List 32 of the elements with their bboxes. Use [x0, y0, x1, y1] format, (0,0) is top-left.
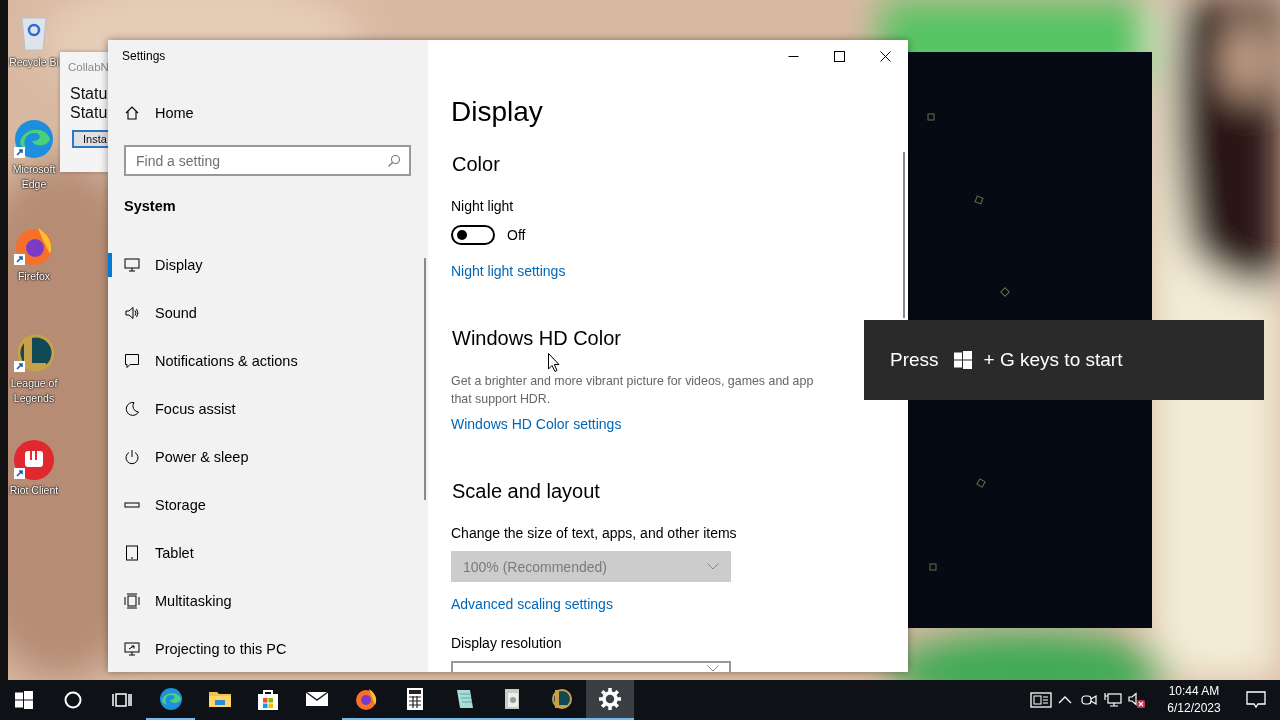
setting-label: Night light: [451, 197, 515, 216]
section-heading: Windows HD Color: [451, 326, 621, 351]
section-heading: Color: [451, 152, 500, 177]
settings-link[interactable]: Windows HD Color settings: [451, 414, 622, 434]
nav-item[interactable]: Tablet: [108, 529, 428, 577]
settings-link[interactable]: Night light settings: [451, 261, 566, 281]
nav-item[interactable]: Power & sleep: [108, 433, 428, 481]
section-label: System: [123, 197, 177, 216]
window-title: Settings: [122, 49, 166, 63]
status-label: Statu: [70, 84, 108, 103]
description-text: Get a brighter and more vibrant picture for videos, games and app that support HDR.: [451, 373, 815, 408]
nav-item[interactable]: Display: [108, 241, 428, 289]
nav-item[interactable]: Projecting to this PC: [108, 625, 428, 672]
search-field[interactable]: Find a setting: [124, 145, 411, 176]
clock-button[interactable]: 10:44 AM 6/12/2023: [1159, 680, 1229, 720]
setting-label: Display resolution: [451, 634, 563, 653]
nav-item[interactable]: Notifications & actions: [108, 337, 428, 385]
section-heading: Scale and layout: [451, 479, 600, 504]
nav-item[interactable]: Focus assist: [108, 385, 428, 433]
page-title: Display: [451, 95, 544, 129]
settings-link[interactable]: Advanced scaling settings: [451, 594, 613, 614]
nav-item[interactable]: Sound: [108, 289, 428, 337]
hint-text: + G keys to start: [983, 349, 1123, 371]
nav-item[interactable]: Multitasking: [108, 577, 428, 625]
home-link[interactable]: Home: [108, 93, 428, 133]
hint-text: Press: [890, 349, 939, 371]
install-button[interactable]: Insta: [72, 130, 108, 148]
setting-label: Change the size of text, apps, and other items: [451, 524, 738, 543]
toggle-state-label: Off: [507, 227, 526, 243]
nav-item[interactable]: Storage: [108, 481, 428, 529]
window-title: CollabN: [67, 60, 108, 75]
status-label: Statu: [70, 103, 108, 122]
